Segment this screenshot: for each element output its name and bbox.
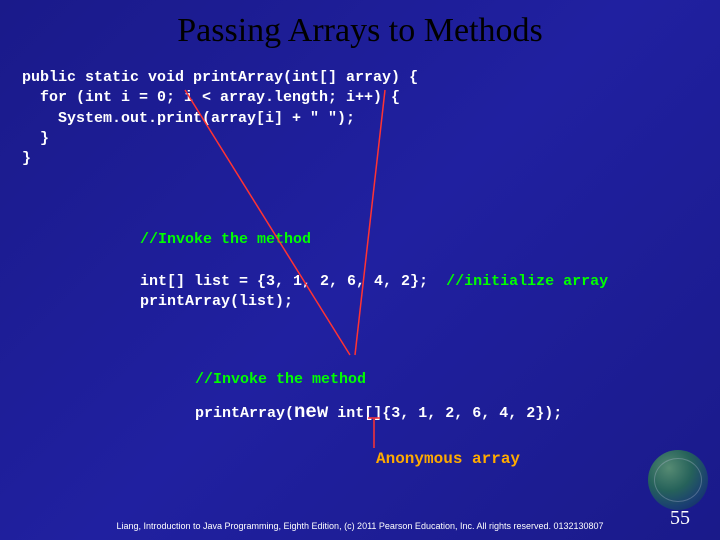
invoke-comment-1: //Invoke the method <box>140 230 311 250</box>
page-number: 55 <box>670 507 690 530</box>
invoke-code-1: int[] list = {3, 1, 2, 6, 4, 2}; //initi… <box>140 272 608 313</box>
slide-title: Passing Arrays to Methods <box>0 0 720 50</box>
anonymous-array-label: Anonymous array <box>376 450 520 468</box>
code-call: printArray(list); <box>140 293 293 310</box>
footer-citation: Liang, Introduction to Java Programming,… <box>0 521 720 532</box>
code-line: for (int i = 0; i < array.length; i++) { <box>22 89 400 106</box>
new-keyword: new <box>294 401 328 423</box>
method-code: public static void printArray(int[] arra… <box>22 68 418 169</box>
globe-icon <box>648 450 708 510</box>
code-line: System.out.print(array[i] + " "); <box>22 110 355 127</box>
call-pre: printArray( <box>195 405 294 422</box>
invoke-comment-2: //Invoke the method <box>195 370 366 390</box>
code-decl: int[] list = {3, 1, 2, 6, 4, 2}; <box>140 273 428 290</box>
code-line: } <box>22 150 31 167</box>
init-comment: //initialize array <box>446 273 608 290</box>
invoke-code-2: printArray(new int[]{3, 1, 2, 6, 4, 2}); <box>195 400 562 426</box>
code-line: } <box>22 130 49 147</box>
code-line: public static void printArray(int[] arra… <box>22 69 418 86</box>
call-post: int[]{3, 1, 2, 6, 4, 2}); <box>328 405 562 422</box>
